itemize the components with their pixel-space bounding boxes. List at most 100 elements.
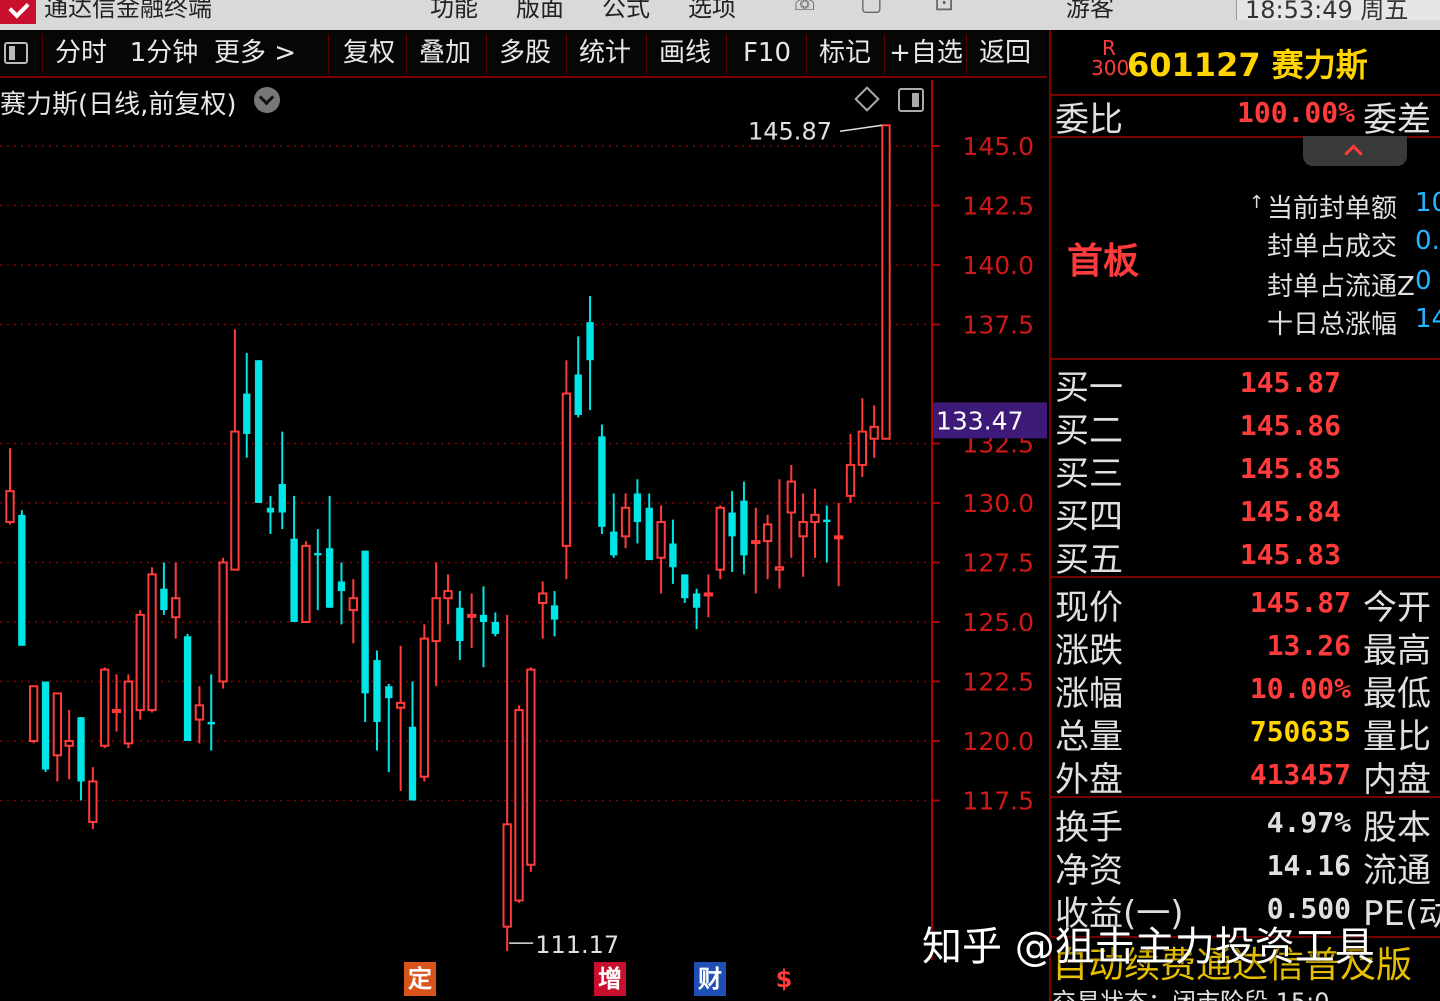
- overlay-button[interactable]: 叠加: [412, 30, 478, 76]
- collapse-button[interactable]: [1303, 136, 1407, 166]
- multi-stock-button[interactable]: 多股: [492, 30, 558, 76]
- candle-body-down: [266, 507, 275, 513]
- candle-body-down: [550, 605, 559, 620]
- candle-body-up: [715, 506, 725, 571]
- candle-body-down: [337, 581, 346, 592]
- statistics-button[interactable]: 统计: [572, 30, 638, 76]
- candle-body-down: [373, 660, 381, 722]
- tab-intraday[interactable]: 分时: [52, 30, 110, 76]
- candle-body-up: [502, 823, 512, 928]
- y-tick-label: 117.5: [962, 787, 1034, 816]
- save-icon[interactable]: ▢: [860, 0, 883, 16]
- stock-code-name[interactable]: 601127 赛力斯: [1127, 40, 1368, 86]
- candle-body-down: [160, 588, 168, 611]
- candle-body-up: [881, 124, 891, 440]
- user-label[interactable]: 游客: [1066, 0, 1114, 23]
- candle-body-up: [845, 463, 856, 497]
- toolbar-divider: [328, 34, 329, 74]
- title-bar: 通达信金融终端 ⌄ 功能 版面 公式 选项 ☏ ▢ ⊡ 游客 18:53:49 …: [0, 0, 1440, 30]
- candle-body-up: [656, 521, 666, 559]
- f10-button[interactable]: F10: [734, 30, 800, 76]
- menu-options[interactable]: 选项: [688, 0, 736, 23]
- candle-body-up: [147, 573, 157, 712]
- seal-value: 0: [1415, 266, 1432, 296]
- candle-body-down: [41, 681, 50, 770]
- candle-body-up: [762, 523, 773, 543]
- seal-value: 14: [1415, 304, 1440, 334]
- stat-value: 750635: [1249, 715, 1351, 748]
- bid-label: 买二: [1055, 411, 1123, 451]
- kline-chart[interactable]: 117.5120.0122.5125.0127.5130.0132.5137.5…: [0, 80, 1047, 960]
- event-marker-finance[interactable]: 财: [694, 962, 726, 996]
- y-tick-label: 137.5: [962, 311, 1034, 340]
- stat-label: 现价: [1055, 588, 1123, 628]
- back-button[interactable]: 返回: [972, 30, 1038, 76]
- stat-right-label: 股本: [1363, 808, 1431, 848]
- event-marker-dividend[interactable]: 定: [404, 962, 436, 996]
- quote-panel: R 300 601127 赛力斯 委比 100.00% 委差 首板 ↑ 当前封单…: [1049, 30, 1440, 1001]
- stat-label: 净资: [1055, 851, 1123, 891]
- candle-body-down: [278, 483, 286, 513]
- candle-body-down: [77, 717, 85, 782]
- candle-body-up: [135, 613, 145, 712]
- candle-body-down: [586, 322, 594, 361]
- menu-formula[interactable]: 公式: [602, 0, 650, 23]
- toolbar-divider: [486, 34, 487, 74]
- candle-body-up: [348, 597, 358, 612]
- candle-body-up: [29, 685, 39, 743]
- candle-body-down: [598, 436, 606, 527]
- seal-label: 当前封单额: [1267, 194, 1398, 224]
- candle-body-up: [869, 425, 879, 440]
- clock: 18:53:49 周五: [1236, 0, 1440, 24]
- candle-body-up: [230, 430, 240, 571]
- toolbar-divider: [406, 34, 407, 74]
- y-tick-label: 120.0: [962, 727, 1034, 756]
- menu-function[interactable]: 功能: [430, 0, 478, 23]
- stat-value: 13.26: [1266, 629, 1351, 662]
- camera-icon[interactable]: ⊡: [934, 0, 954, 16]
- candle-body-down: [290, 538, 298, 622]
- candle-body-down: [681, 574, 689, 599]
- candle-body-up: [798, 521, 808, 538]
- adjust-button[interactable]: 复权: [336, 30, 402, 76]
- bid-label: 买五: [1055, 540, 1123, 580]
- window-toggle-icon[interactable]: [4, 42, 28, 64]
- stat-right-label: 今开: [1363, 588, 1431, 628]
- candle-body-up: [52, 692, 63, 757]
- candle-body-down: [692, 593, 701, 608]
- add-watchlist-button[interactable]: +自选: [888, 30, 964, 76]
- candle-body-up: [100, 668, 110, 747]
- y-tick-label: 145.0: [962, 132, 1034, 161]
- tab-1min[interactable]: 1分钟: [124, 30, 204, 76]
- candle-body-up: [64, 740, 74, 747]
- candle-body-up: [810, 513, 820, 524]
- stock-tag: R 300: [1091, 38, 1129, 78]
- mark-button[interactable]: 标记: [812, 30, 878, 76]
- candle-body-down: [491, 622, 500, 634]
- weibi-label: 委比: [1055, 100, 1123, 140]
- more-button[interactable]: 更多 >: [212, 30, 298, 76]
- candle-body-up: [857, 430, 867, 466]
- y-tick-label: 122.5: [962, 668, 1034, 697]
- y-tick-label: 142.5: [962, 192, 1034, 221]
- candle-body-down: [728, 512, 736, 537]
- candle-body-down: [408, 726, 417, 801]
- y-tick-label: 130.0: [962, 489, 1034, 518]
- app-title: 通达信金融终端: [44, 0, 212, 22]
- watermark: 知乎 @狙击主力投资工具: [922, 924, 1375, 970]
- divider: [1051, 796, 1440, 798]
- chevron-down-icon[interactable]: ⌄: [370, 0, 388, 5]
- phone-icon[interactable]: ☏: [790, 0, 820, 16]
- bid-price: 145.84: [1239, 495, 1341, 528]
- event-marker-dollar[interactable]: $: [768, 962, 800, 996]
- draw-line-button[interactable]: 画线: [652, 30, 718, 76]
- candle-body-up: [395, 701, 406, 709]
- stat-label: 换手: [1055, 808, 1123, 848]
- event-marker-increase[interactable]: 增: [594, 962, 626, 996]
- weicha-label: 委差: [1363, 100, 1431, 140]
- stat-value: 413457: [1249, 758, 1351, 791]
- stat-right-label: 流通: [1363, 851, 1431, 891]
- candle-body-up: [514, 709, 524, 902]
- candle-body-down: [610, 531, 618, 556]
- menu-layout[interactable]: 版面: [516, 0, 564, 23]
